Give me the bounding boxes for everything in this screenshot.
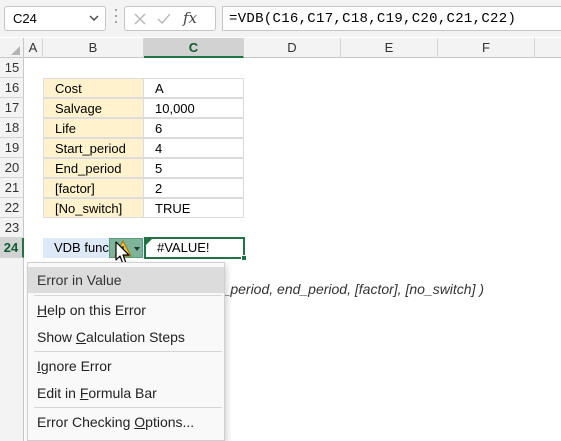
menu-divider [34, 295, 222, 296]
error-indicator-icon [146, 239, 152, 245]
cell-c16[interactable]: A [144, 78, 244, 98]
cell-b21[interactable]: [factor] [43, 178, 144, 198]
row-header-17[interactable]: 17 [0, 98, 24, 118]
row-header-21[interactable]: 21 [0, 178, 24, 198]
row-header-19[interactable]: 19 [0, 138, 24, 158]
name-box[interactable]: C24 [4, 6, 106, 31]
column-header-d[interactable]: D [244, 38, 341, 58]
cell-b17[interactable]: Salvage [43, 98, 144, 118]
error-context-menu: Error in Value Help on this Error Show C… [27, 262, 225, 441]
column-headers: A B C D E F [0, 38, 561, 58]
enter-check-icon[interactable] [156, 11, 172, 30]
cell-b20[interactable]: End_period [43, 158, 144, 178]
row-header-18[interactable]: 18 [0, 118, 24, 138]
column-header-f[interactable]: F [438, 38, 535, 58]
cell-c17[interactable]: 10,000 [144, 98, 244, 118]
formula-input[interactable]: =VDB(C16,C17,C18,C19,C20,C21,C22) [222, 6, 561, 31]
name-box-value: C24 [13, 11, 37, 26]
cell-c19[interactable]: 4 [144, 138, 244, 158]
chevron-down-icon[interactable] [87, 10, 101, 29]
cell-c22[interactable]: TRUE [144, 198, 244, 218]
menu-item-error-checking-options[interactable]: Error Checking Options... [28, 409, 224, 435]
cell-c18[interactable]: 6 [144, 118, 244, 138]
column-header-c[interactable]: C [144, 38, 244, 58]
menu-item-help-on-error[interactable]: Help on this Error [28, 297, 224, 323]
row-header-24[interactable]: 24 [0, 238, 24, 258]
cell-b19[interactable]: Start_period [43, 138, 144, 158]
menu-item-edit-in-formula-bar[interactable]: Edit in Formula Bar [28, 380, 224, 406]
cell-c21[interactable]: 2 [144, 178, 244, 198]
cell-c24-value: #VALUE! [157, 240, 210, 255]
formula-bar-row: C24 fx =VDB(C16,C17,C18,C19,C20,C21,C22) [0, 0, 561, 37]
cell-c20[interactable]: 5 [144, 158, 244, 178]
row-header-15[interactable]: 15 [0, 58, 24, 78]
chevron-down-icon [134, 247, 140, 251]
row-header-23[interactable]: 23 [0, 218, 24, 238]
column-header-a[interactable]: A [24, 38, 43, 58]
row-headers: 15 16 17 18 19 20 21 22 23 24 [0, 58, 24, 441]
row-header-16[interactable]: 16 [0, 78, 24, 98]
menu-item-show-calculation-steps[interactable]: Show Calculation Steps [28, 324, 224, 350]
menu-header-error-in-value: Error in Value [28, 267, 224, 293]
cell-b22[interactable]: [No_switch] [43, 198, 144, 218]
formula-buttons: fx [124, 6, 216, 31]
function-syntax-tooltip: rt_period, end_period, [factor], [no_swi… [214, 281, 485, 297]
formula-text: =VDB(C16,C17,C18,C19,C20,C21,C22) [229, 11, 517, 27]
menu-divider [34, 407, 222, 408]
cancel-icon[interactable] [132, 11, 148, 30]
column-header-e[interactable]: E [341, 38, 438, 58]
active-cell-c24[interactable]: #VALUE! [144, 237, 245, 259]
row-header-22[interactable]: 22 [0, 198, 24, 218]
menu-divider [34, 351, 222, 352]
row-header-20[interactable]: 20 [0, 158, 24, 178]
cell-b18[interactable]: Life [43, 118, 144, 138]
insert-function-icon[interactable]: fx [183, 9, 197, 27]
column-header-b[interactable]: B [43, 38, 144, 58]
fill-handle[interactable] [241, 255, 247, 261]
menu-item-ignore-error[interactable]: Ignore Error [28, 353, 224, 379]
select-all-corner[interactable] [0, 38, 24, 58]
formula-bar-resize-handle[interactable] [114, 9, 118, 27]
cell-b16[interactable]: Cost [43, 78, 144, 98]
